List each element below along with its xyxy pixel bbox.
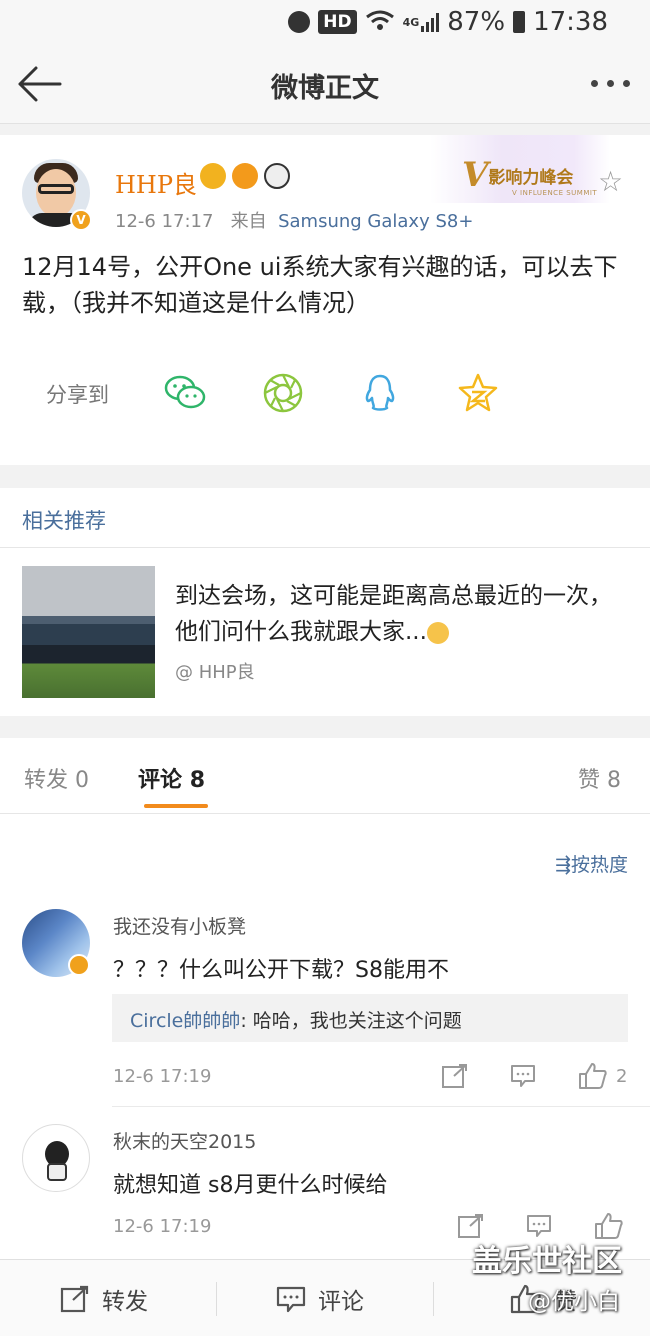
toolbar-separator — [433, 1282, 434, 1316]
reply-user[interactable]: Circle帥帥帥 — [130, 1010, 240, 1032]
page-title: 微博正文 — [271, 73, 379, 104]
tab-likes[interactable]: 赞 8 — [578, 762, 621, 794]
influence-subtitle: V INFLUENCE SUMMIT — [512, 189, 598, 197]
medal-icons[interactable] — [200, 163, 290, 189]
tab-comments[interactable]: 评论 8 — [138, 762, 205, 794]
sort-icon: ⇶ — [555, 854, 571, 876]
nav-bar: 微博正文 — [0, 44, 650, 124]
verified-badge-icon: V — [70, 209, 92, 231]
post-source[interactable]: Samsung Galaxy S8+ — [278, 211, 473, 232]
comment-button[interactable]: 评论 — [276, 1260, 364, 1336]
repost-icon — [60, 1285, 89, 1312]
qq-icon[interactable] — [358, 371, 402, 415]
wifi-icon — [365, 9, 395, 36]
comment-list: ⇶按热度 我还没有小板凳 ？？？什么叫公开下载？S8能用不 Circle帥帥帥:… — [0, 814, 650, 1259]
favorite-star-icon[interactable]: ☆ — [598, 165, 623, 198]
tab-active-indicator — [144, 804, 208, 808]
watermark-author: @优小白 — [528, 1289, 620, 1315]
reply-comment-icon[interactable] — [526, 1214, 552, 1238]
qzone-icon[interactable] — [456, 371, 500, 415]
related-header: 相关推荐 — [0, 488, 650, 548]
share-label: 分享到 — [46, 383, 109, 407]
moments-icon[interactable] — [261, 371, 305, 415]
related-thumbnail[interactable] — [22, 566, 155, 698]
sort-toggle[interactable]: ⇶按热度 — [555, 850, 628, 877]
toolbar-separator — [216, 1282, 217, 1316]
post-body: 12月14号，公开One ui系统大家有兴趣的话，可以去下载，（我并不知道这是什… — [22, 253, 618, 317]
reply-preview[interactable]: Circle帥帥帥: 哈哈，我也关注这个问题 — [112, 994, 628, 1042]
related-text[interactable]: 到达会场，这可能是距离高总最近的一次，他们问什么我就跟大家... — [175, 578, 630, 650]
reply-comment-icon[interactable] — [510, 1064, 536, 1088]
comment-text: 就想知道 s8月更什么时候给 — [113, 1173, 388, 1198]
detail-tabs: 转发 0 评论 8 赞 8 — [0, 738, 650, 814]
like-comment-icon[interactable] — [578, 1062, 608, 1090]
battery-percent: 87% — [447, 7, 506, 37]
watermark-community: 盖乐世社区 — [472, 1244, 622, 1279]
influence-text: 影响力峰会 — [488, 167, 574, 188]
crown-medal-icon[interactable] — [200, 163, 226, 189]
post-card: V HHP良 12-6 17:17 来自 Samsung Galaxy S8+ … — [0, 135, 650, 465]
influence-v: V — [462, 155, 489, 195]
related-title: 相关推荐 — [22, 509, 106, 533]
panda-medal-icon[interactable] — [264, 163, 290, 189]
verified-badge-icon — [68, 954, 90, 976]
commenter-name[interactable]: 秋末的天空2015 — [113, 1127, 256, 1154]
gold-medal-icon[interactable] — [232, 163, 258, 189]
clock: 17:38 — [533, 7, 608, 37]
tab-repost[interactable]: 转发 0 — [24, 762, 89, 794]
battery-icon — [513, 11, 526, 33]
alarm-icon — [288, 11, 311, 33]
repost-button[interactable]: 转发 — [60, 1260, 148, 1336]
hd-badge: HD — [318, 10, 357, 34]
post-time: 12-6 17:17 — [115, 211, 214, 232]
commenter-name[interactable]: 我还没有小板凳 — [113, 912, 246, 939]
share-comment-icon[interactable] — [442, 1064, 468, 1088]
network-label: 4G — [402, 15, 420, 29]
comment-text: ？？？什么叫公开下载？S8能用不 — [113, 958, 449, 983]
comment-time: 12-6 17:19 — [113, 1066, 212, 1087]
more-icon[interactable] — [591, 80, 630, 87]
smile-emoji-icon — [426, 621, 449, 644]
wechat-icon[interactable] — [163, 371, 207, 415]
like-count: 2 — [616, 1066, 628, 1087]
related-author[interactable]: @ HHP良 — [175, 658, 255, 684]
status-bar: HD 4G 87% 17:38 — [0, 0, 650, 44]
signal-icon — [421, 12, 440, 32]
from-label: 来自 — [230, 211, 267, 232]
reply-text: : 哈哈，我也关注这个问题 — [240, 1010, 462, 1032]
comment-time: 12-6 17:19 — [113, 1216, 212, 1237]
related-item[interactable]: 到达会场，这可能是距离高总最近的一次，他们问什么我就跟大家... @ HHP良 — [0, 548, 650, 716]
author-name[interactable]: HHP良 — [115, 165, 197, 200]
comment-divider — [112, 1106, 650, 1107]
comment-icon — [276, 1286, 306, 1312]
share-comment-icon[interactable] — [458, 1214, 484, 1238]
commenter-avatar[interactable] — [22, 1124, 90, 1192]
post-meta: 12-6 17:17 来自 Samsung Galaxy S8+ — [115, 207, 473, 233]
